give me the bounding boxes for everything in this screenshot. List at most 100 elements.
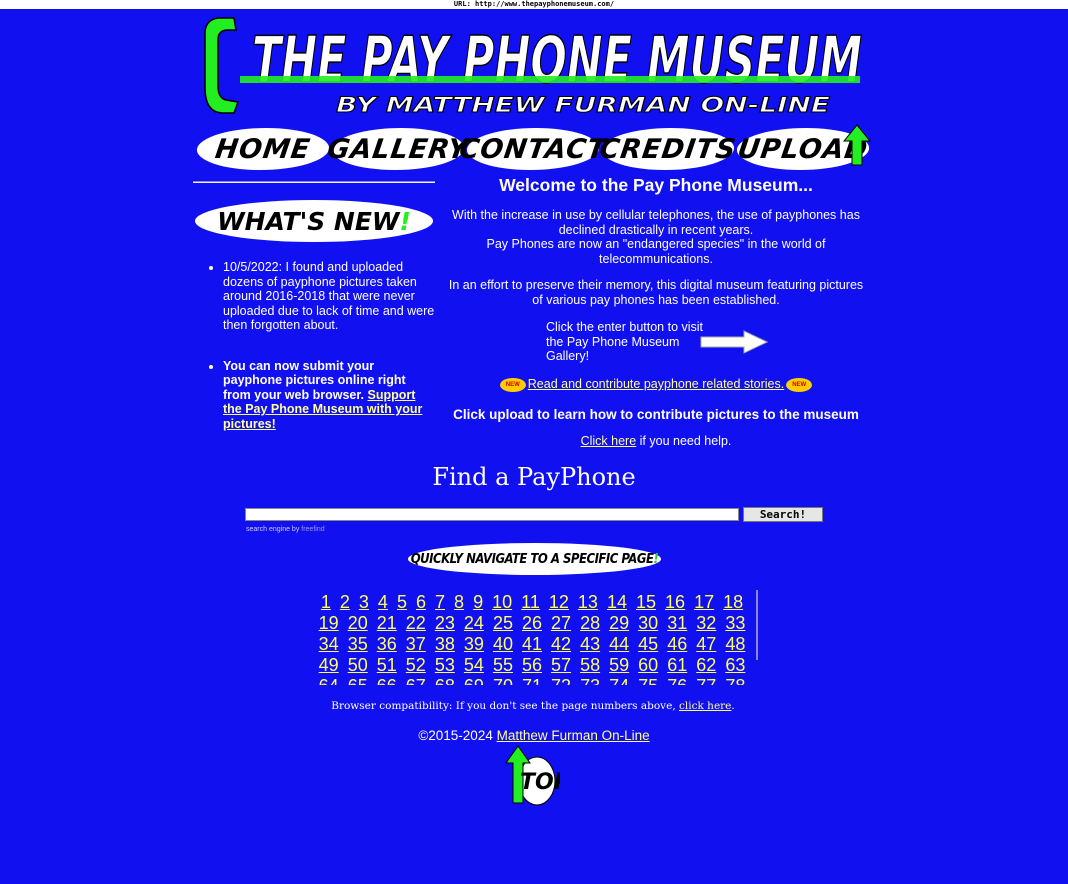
footer-link[interactable]: Matthew Furman On-Line [497,728,650,743]
page-link[interactable]: 15 [636,592,656,612]
page-link[interactable]: 2 [340,592,350,612]
page-link[interactable]: 25 [493,613,513,633]
copyright: ©2015-2024 Matthew Furman On-Line [334,728,734,743]
page-link[interactable]: 34 [319,634,339,654]
nav-contact[interactable]: CONTACT [457,128,609,170]
page-link[interactable]: 28 [580,613,600,633]
page-link[interactable]: 55 [493,655,513,675]
page-link[interactable]: 47 [696,634,716,654]
page-link[interactable]: 40 [493,634,513,654]
page-link[interactable]: 5 [397,592,407,612]
page-link[interactable]: 21 [377,613,397,633]
page-link[interactable]: 68 [435,676,455,685]
page-link[interactable]: 26 [522,613,542,633]
page-link[interactable]: 23 [435,613,455,633]
page-link[interactable]: 76 [667,676,687,685]
page-link[interactable]: 50 [348,655,368,675]
page-link[interactable]: 57 [551,655,571,675]
page-list-scrollbar[interactable] [756,590,758,660]
page-link[interactable]: 46 [667,634,687,654]
page-link[interactable]: 27 [551,613,571,633]
main-nav: HOME GALLERY CONTACT CREDITS UPLOAD [194,128,877,170]
page-link[interactable]: 52 [406,655,426,675]
page-link[interactable]: 78 [725,676,745,685]
page-link[interactable]: 6 [416,592,426,612]
page-link[interactable]: 31 [667,613,687,633]
back-to-top-button[interactable]: TOP [504,745,560,807]
page-link[interactable]: 17 [694,592,714,612]
page-link[interactable]: 56 [522,655,542,675]
page-link[interactable]: 67 [406,676,426,685]
page-link[interactable]: 4 [378,592,388,612]
whats-new-bang: ! [399,206,411,236]
page-link[interactable]: 65 [348,676,368,685]
page-link[interactable]: 12 [549,592,569,612]
page-link[interactable]: 32 [696,613,716,633]
page-link[interactable]: 74 [609,676,629,685]
page-link[interactable]: 36 [377,634,397,654]
page-link[interactable]: 51 [377,655,397,675]
page-link[interactable]: 22 [406,613,426,633]
stories-link[interactable]: Read and contribute payphone related sto… [528,377,784,391]
divider [193,181,435,183]
page-link[interactable]: 73 [580,676,600,685]
page-link[interactable]: 49 [319,655,339,675]
page-link[interactable]: 20 [348,613,368,633]
nav-home[interactable]: HOME [194,128,332,170]
page-link[interactable]: 1 [321,592,331,612]
page-link[interactable]: 13 [578,592,598,612]
search-input[interactable] [245,508,739,521]
page-link[interactable]: 7 [435,592,445,612]
page-link[interactable]: 71 [522,676,542,685]
page-link[interactable]: 66 [377,676,397,685]
page-link[interactable]: 37 [406,634,426,654]
enter-arrow-icon[interactable] [700,330,768,354]
search-button[interactable]: Search! [743,507,823,522]
page-link[interactable]: 53 [435,655,455,675]
page-link[interactable]: 29 [609,613,629,633]
page-link[interactable]: 72 [551,676,571,685]
page-link[interactable]: 39 [464,634,484,654]
help-link[interactable]: Click here [581,434,637,448]
page-link[interactable]: 8 [454,592,464,612]
intro-text: With the increase in use by cellular tel… [446,208,866,319]
page-link[interactable]: 44 [609,634,629,654]
page-link[interactable]: 19 [319,613,339,633]
page-link[interactable]: 16 [665,592,685,612]
nav-credits[interactable]: CREDITS [598,128,738,170]
freefind-link[interactable]: freefind [301,526,324,533]
page-link[interactable]: 10 [492,592,512,612]
page-link[interactable]: 63 [725,655,745,675]
page-link[interactable]: 58 [580,655,600,675]
page-link[interactable]: 61 [667,655,687,675]
site-banner: THE PAY PHONE MUSEUM BY MATTHEW FURMAN O… [200,14,870,118]
page-link[interactable]: 69 [464,676,484,685]
page-link[interactable]: 59 [609,655,629,675]
page-link[interactable]: 33 [725,613,745,633]
page-link[interactable]: 43 [580,634,600,654]
page-link[interactable]: 11 [521,592,540,612]
page-link[interactable]: 75 [638,676,658,685]
page-link[interactable]: 3 [359,592,369,612]
page-link[interactable]: 70 [493,676,513,685]
banner-title: THE PAY PHONE MUSEUM [252,24,862,98]
page-link[interactable]: 14 [607,592,627,612]
page-link[interactable]: 38 [435,634,455,654]
page-link[interactable]: 42 [551,634,571,654]
page-link[interactable]: 18 [723,592,743,612]
page-link[interactable]: 9 [473,592,483,612]
page-link[interactable]: 45 [638,634,658,654]
intro-p2: Pay Phones are now an "endangered specie… [486,237,826,266]
page-link[interactable]: 35 [348,634,368,654]
page-link[interactable]: 30 [638,613,658,633]
nav-gallery[interactable]: GALLERY [325,128,471,170]
page-link[interactable]: 41 [522,634,542,654]
page-link[interactable]: 77 [696,676,716,685]
page-link[interactable]: 62 [696,655,716,675]
page-link[interactable]: 24 [464,613,484,633]
page-link[interactable]: 64 [319,676,339,685]
page-link[interactable]: 54 [464,655,484,675]
page-link[interactable]: 48 [725,634,745,654]
compat-link[interactable]: click here [679,700,731,712]
page-link[interactable]: 60 [638,655,658,675]
